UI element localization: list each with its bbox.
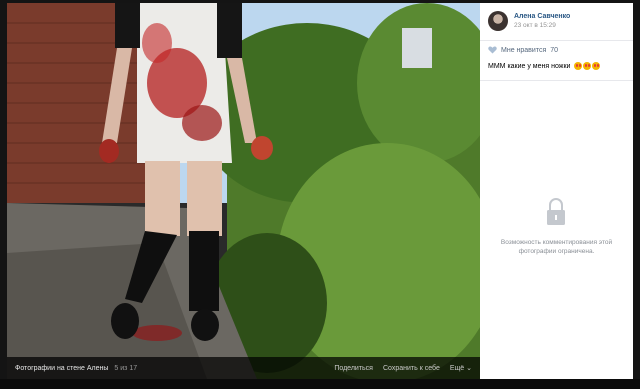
bottom-strip xyxy=(0,379,640,389)
author-name-link[interactable]: Алена Савченко xyxy=(514,13,570,20)
heart-icon xyxy=(488,46,497,54)
heart-eyes-emoji-icon xyxy=(574,62,583,70)
chevron-down-icon: ⌄ xyxy=(466,365,472,372)
heart-eyes-emoji-icon xyxy=(583,62,592,70)
avatar[interactable] xyxy=(488,11,508,31)
more-label: Ещё xyxy=(449,365,465,372)
caption-text: МММ какие у меня ножки xyxy=(488,62,571,70)
photo-viewer: Фотографии на стене Алены 5 из 17 Подели… xyxy=(0,0,640,389)
comments-restricted-note: Возможность комментирования этой фотогра… xyxy=(500,239,613,255)
post-caption: МММ какие у меня ножки xyxy=(488,62,601,70)
heart-eyes-emoji-icon xyxy=(592,62,601,70)
post-side-panel: Алена Савченко 23 окт в 15:29 Мне нравит… xyxy=(480,3,633,379)
author-row: Алена Савченко 23 окт в 15:29 xyxy=(488,9,570,33)
lock-icon xyxy=(545,197,567,227)
photo-info-bar: Фотографии на стене Алены 5 из 17 Подели… xyxy=(7,357,480,379)
author-text: Алена Савченко 23 окт в 15:29 xyxy=(514,13,570,29)
likes-count: 70 xyxy=(550,46,559,54)
divider xyxy=(480,80,633,81)
save-to-album-button[interactable]: Сохранить к себе xyxy=(383,365,440,372)
like-button[interactable]: Мне нравится 70 xyxy=(488,46,558,54)
post-date-link[interactable]: 23 окт в 15:29 xyxy=(514,22,570,29)
share-button[interactable]: Поделиться xyxy=(334,365,373,372)
photo-image xyxy=(7,3,480,379)
more-button[interactable]: Ещё ⌄ xyxy=(450,364,472,372)
likes-label: Мне нравится xyxy=(501,46,547,54)
caption-emojis xyxy=(573,62,601,70)
album-title-link[interactable]: Фотографии на стене Алены xyxy=(15,365,108,372)
photo[interactable]: Фотографии на стене Алены 5 из 17 Подели… xyxy=(7,3,480,379)
divider xyxy=(480,40,633,41)
photo-counter: 5 из 17 xyxy=(114,364,138,372)
